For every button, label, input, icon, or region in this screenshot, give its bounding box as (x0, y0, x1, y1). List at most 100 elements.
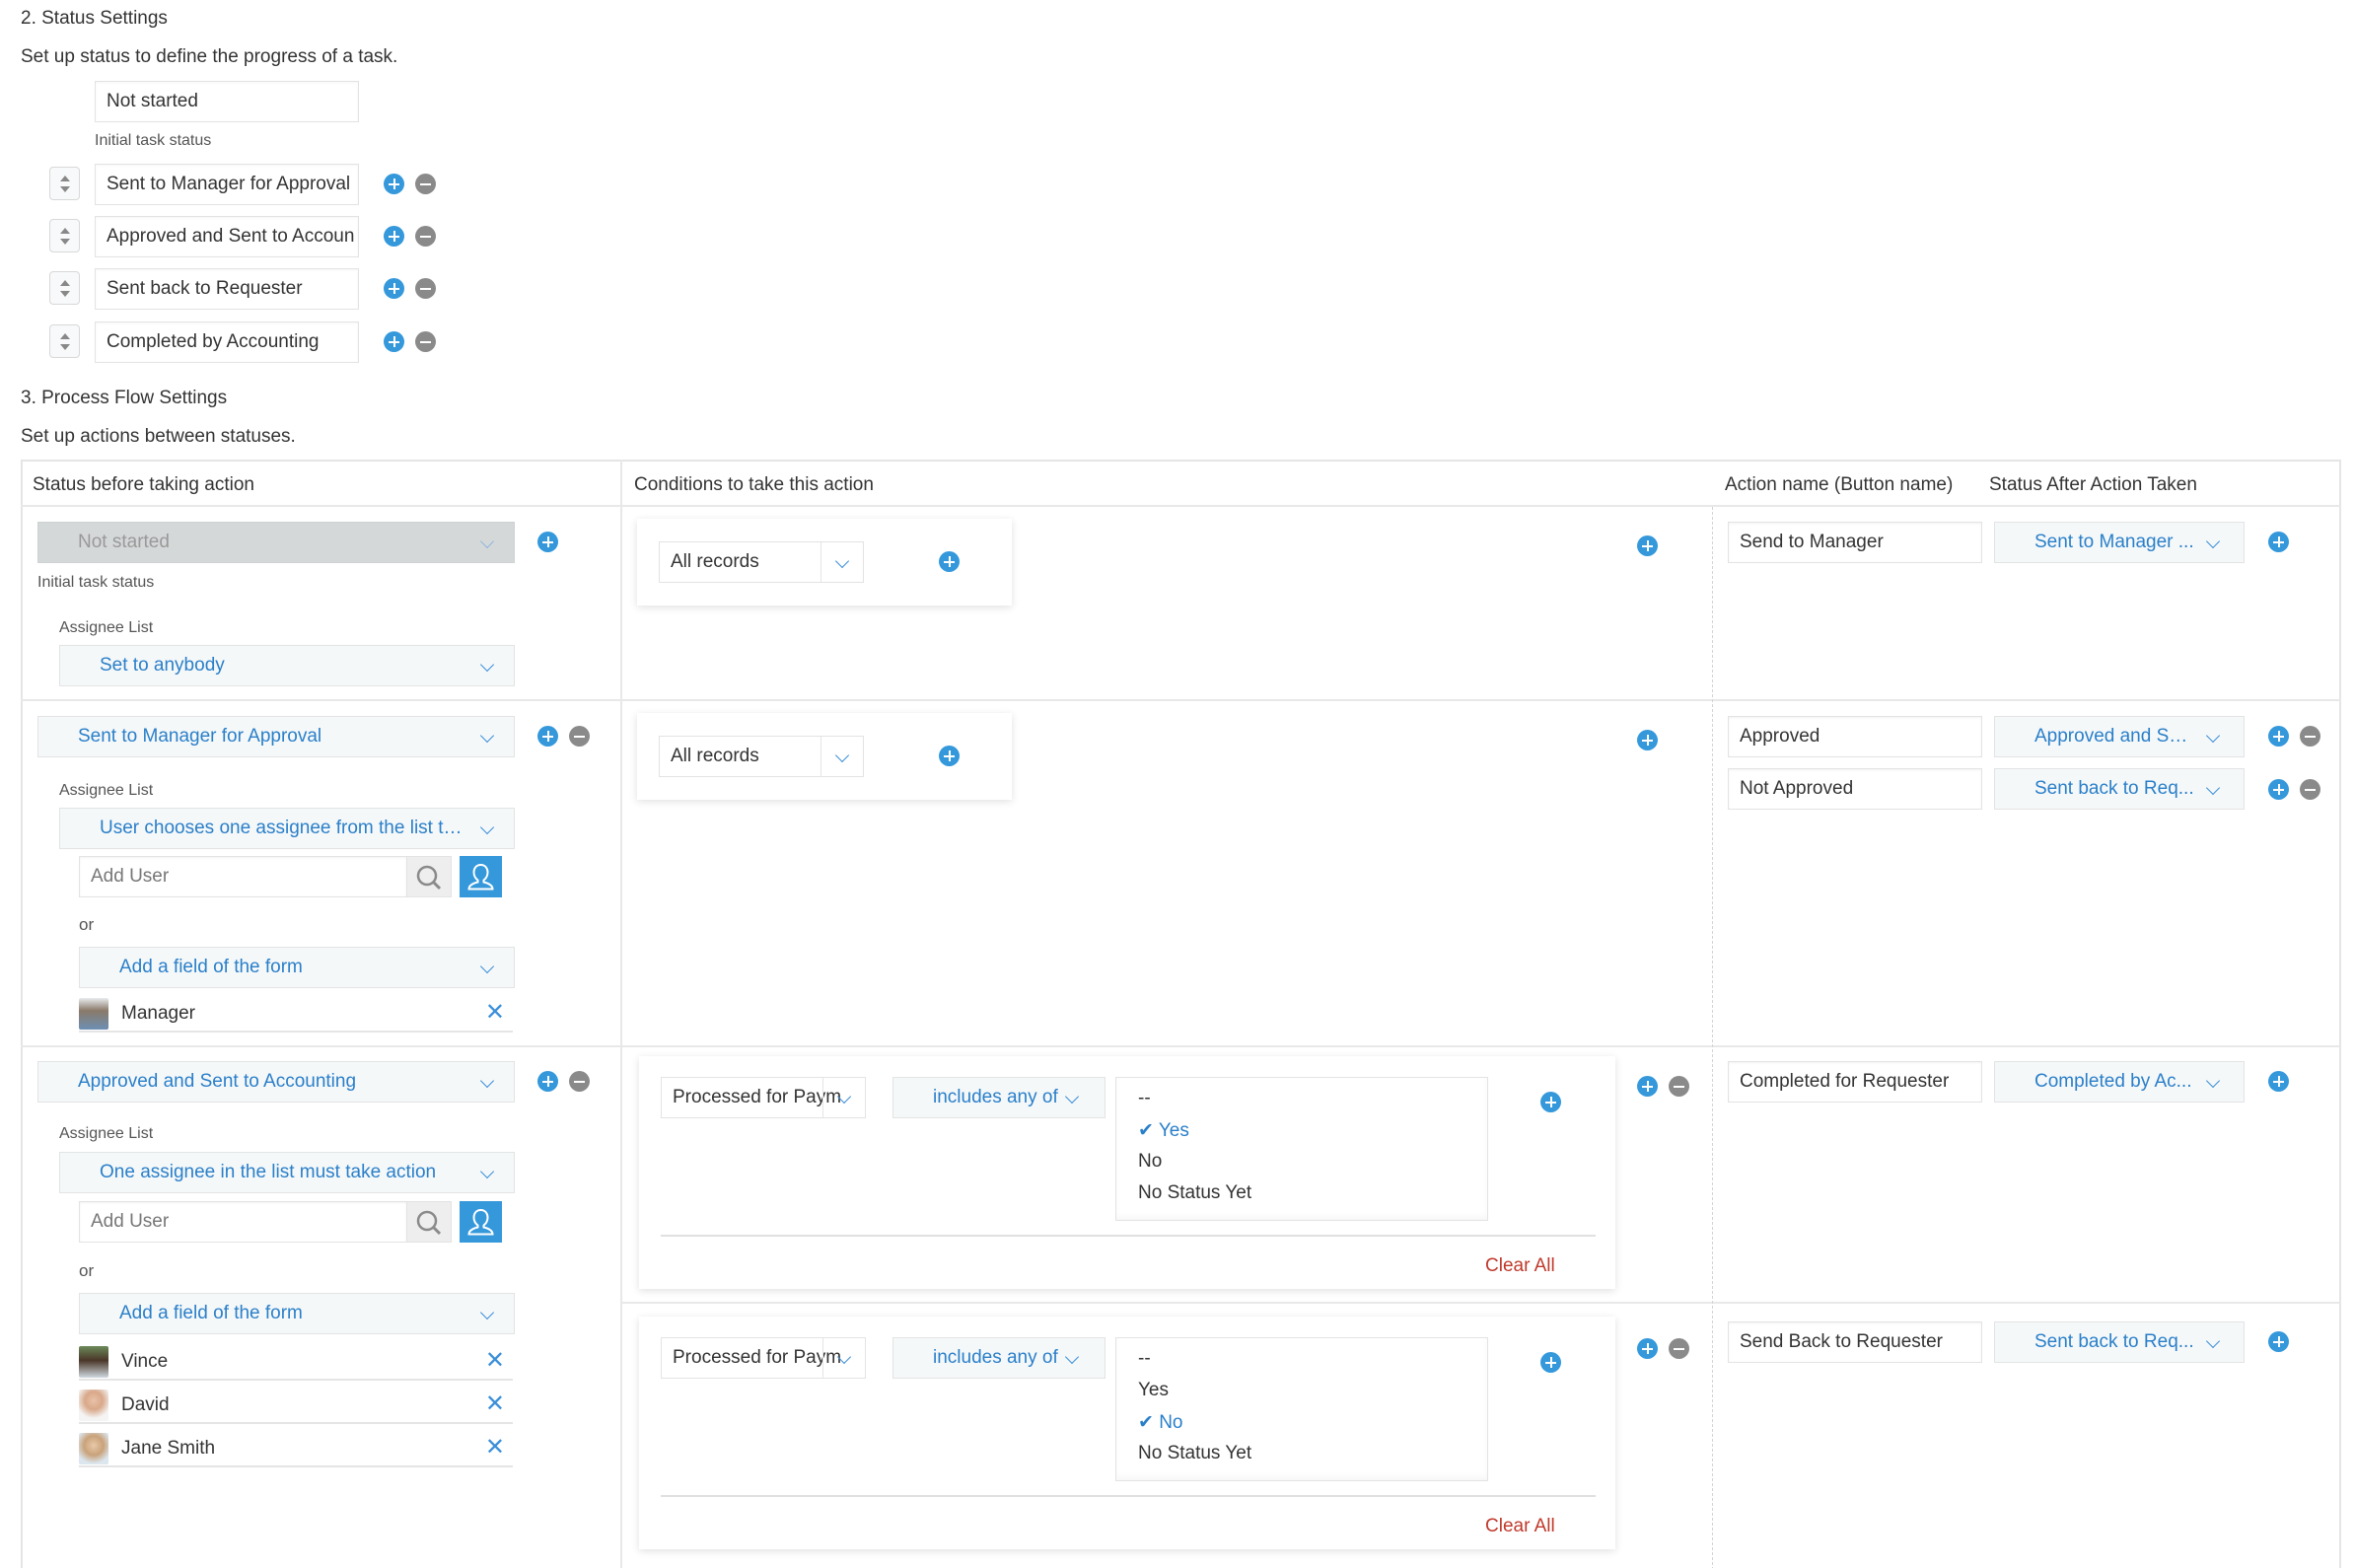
reorder-handle[interactable] (49, 271, 80, 305)
remove-action-button[interactable] (2300, 779, 2320, 800)
remove-row-button[interactable] (569, 1071, 590, 1092)
add-action-button[interactable] (2268, 726, 2289, 747)
add-action-button[interactable] (1637, 1076, 1658, 1097)
assignee-mode-select[interactable]: One assignee in the list must take actio… (59, 1152, 515, 1193)
assignee-item: David ✕ (79, 1389, 513, 1424)
option-item[interactable]: No Status Yet (1138, 1443, 1251, 1464)
remove-action-button[interactable] (1669, 1076, 1689, 1097)
arrow-down-icon (60, 239, 70, 245)
header-status-before: Status before taking action (33, 474, 254, 495)
add-user-input[interactable]: Add User (79, 1201, 407, 1243)
add-field-select[interactable]: Add a field of the form (79, 1293, 515, 1334)
add-action-button[interactable] (1637, 1338, 1658, 1359)
add-condition-button[interactable] (939, 551, 960, 572)
action-name-input[interactable]: Completed for Requester (1728, 1061, 1982, 1103)
remove-status-button[interactable] (415, 174, 436, 194)
status-input[interactable]: Approved and Sent to Accoun (95, 216, 359, 257)
add-action-button[interactable] (2268, 1071, 2289, 1092)
option-item[interactable]: No (1138, 1151, 1162, 1173)
condition-operator-select[interactable]: includes any of (892, 1337, 1106, 1379)
action-name-input[interactable]: Send to Manager (1728, 522, 1982, 563)
arrow-down-icon (60, 186, 70, 192)
action-name-input[interactable]: Send Back to Requester (1728, 1321, 1982, 1363)
remove-action-button[interactable] (2300, 726, 2320, 747)
add-condition-button[interactable] (939, 746, 960, 766)
option-item[interactable]: -- (1138, 1088, 1151, 1109)
check-icon: ✔ (1138, 1120, 1159, 1141)
condition-operator-select[interactable]: includes any of (892, 1077, 1106, 1118)
add-row-button[interactable] (537, 726, 558, 747)
user-icon (467, 1208, 494, 1236)
status-settings-description: Set up status to define the progress of … (21, 46, 398, 67)
assignee-mode-select[interactable]: User chooses one assignee from the list … (59, 808, 515, 849)
add-condition-button[interactable] (1540, 1352, 1561, 1373)
close-icon[interactable]: ✕ (485, 1436, 505, 1460)
reorder-handle[interactable] (49, 167, 80, 200)
status-input[interactable]: Completed by Accounting (95, 321, 359, 363)
remove-status-button[interactable] (415, 226, 436, 247)
remove-status-button[interactable] (415, 331, 436, 352)
add-status-button[interactable] (384, 174, 404, 194)
add-action-button[interactable] (2268, 779, 2289, 800)
status-input[interactable]: Sent to Manager for Approval (95, 164, 359, 205)
add-action-button[interactable] (2268, 532, 2289, 552)
condition-field-select[interactable]: Processed for Paym (661, 1337, 866, 1379)
search-icon (416, 865, 442, 891)
condition-field-select[interactable]: All records (659, 736, 864, 777)
action-name-input[interactable]: Not Approved (1728, 768, 1982, 810)
status-input[interactable]: Sent back to Requester (95, 268, 359, 310)
option-item[interactable]: Yes (1138, 1380, 1169, 1401)
assignee-list-label: Assignee List (59, 1125, 154, 1142)
add-row-button[interactable] (537, 1071, 558, 1092)
add-user-input[interactable]: Add User (79, 856, 407, 897)
clear-all-link[interactable]: Clear All (1485, 1255, 1555, 1277)
add-action-button[interactable] (1637, 730, 1658, 750)
action-name-input[interactable]: Approved (1728, 716, 1982, 757)
condition-field-select[interactable]: All records (659, 541, 864, 583)
close-icon[interactable]: ✕ (485, 1001, 505, 1025)
option-item[interactable]: -- (1138, 1348, 1151, 1370)
user-picker-button[interactable] (460, 1201, 502, 1243)
chevron-down-icon (2205, 534, 2221, 549)
chevron-down-icon (2205, 780, 2221, 796)
status-after-select[interactable]: Sent to Manager ... (1994, 522, 2245, 563)
status-before-select[interactable]: Approved and Sent to Accounting (37, 1061, 515, 1103)
reorder-handle[interactable] (49, 324, 80, 358)
initial-status-input[interactable]: Not started (95, 81, 359, 122)
add-action-button[interactable] (2268, 1331, 2289, 1352)
status-after-select[interactable]: Approved and Se... (1994, 716, 2245, 757)
condition-card: Processed for Paym includes any of -- Ye… (639, 1317, 1615, 1549)
option-item-selected[interactable]: ✔ Yes (1138, 1119, 1189, 1142)
status-before-select[interactable]: Sent to Manager for Approval (37, 716, 515, 757)
remove-action-button[interactable] (1669, 1338, 1689, 1359)
assignee-mode-select[interactable]: Set to anybody (59, 645, 515, 686)
condition-field-select[interactable]: Processed for Paym (661, 1077, 866, 1118)
status-after-select[interactable]: Sent back to Req... (1994, 768, 2245, 810)
user-picker-button[interactable] (460, 856, 502, 897)
remove-status-button[interactable] (415, 278, 436, 299)
close-icon[interactable]: ✕ (485, 1392, 505, 1416)
arrow-down-icon (60, 344, 70, 350)
status-after-select[interactable]: Completed by Ac... (1994, 1061, 2245, 1103)
user-icon (467, 863, 494, 891)
add-field-select[interactable]: Add a field of the form (79, 947, 515, 988)
chevron-down-icon (479, 1305, 495, 1320)
close-icon[interactable]: ✕ (485, 1349, 505, 1373)
clear-all-link[interactable]: Clear All (1485, 1516, 1555, 1537)
column-divider-dashed (1712, 507, 1713, 1568)
search-button[interactable] (407, 856, 452, 897)
add-status-button[interactable] (384, 278, 404, 299)
process-flow-description: Set up actions between statuses. (21, 426, 296, 447)
search-button[interactable] (407, 1201, 452, 1243)
add-row-button[interactable] (537, 532, 558, 552)
add-status-button[interactable] (384, 226, 404, 247)
add-condition-button[interactable] (1540, 1092, 1561, 1112)
option-item-selected[interactable]: ✔ No (1138, 1411, 1183, 1434)
add-action-button[interactable] (1637, 535, 1658, 556)
reorder-handle[interactable] (49, 219, 80, 252)
add-status-button[interactable] (384, 331, 404, 352)
status-after-select[interactable]: Sent back to Req... (1994, 1321, 2245, 1363)
chevron-down-icon (479, 657, 495, 673)
option-item[interactable]: No Status Yet (1138, 1182, 1251, 1204)
remove-row-button[interactable] (569, 726, 590, 747)
